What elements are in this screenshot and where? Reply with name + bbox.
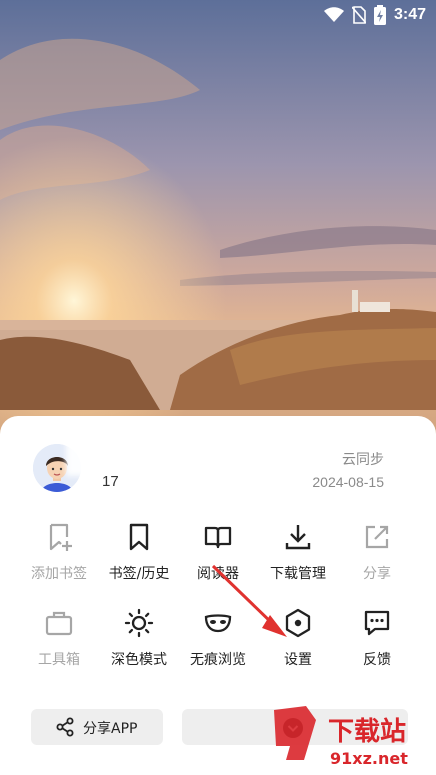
watermark-main: 下载站: [328, 717, 406, 747]
watermark-sub: 91xz.net: [330, 749, 408, 768]
site-watermark-logo: 下载站 91xz.net: [274, 706, 408, 768]
annotation-arrow: [211, 564, 287, 637]
